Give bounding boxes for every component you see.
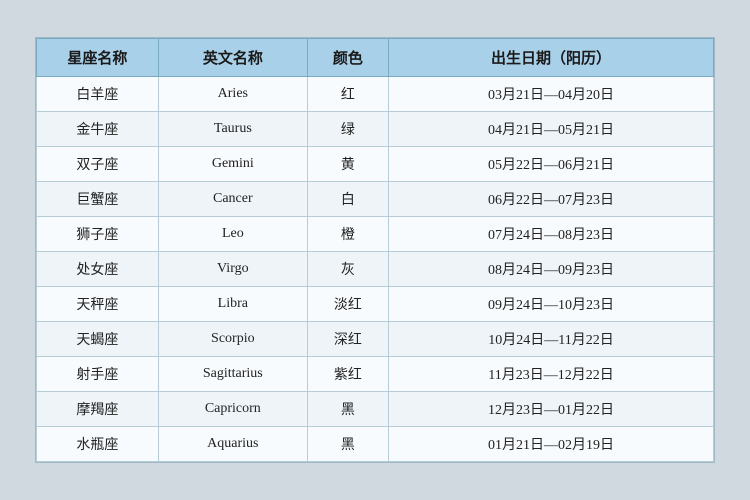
cell-chinese: 天秤座 [37,287,159,322]
cell-english: Aquarius [158,427,307,462]
cell-color: 紫红 [307,357,388,392]
table-row: 射手座Sagittarius紫红11月23日—12月22日 [37,357,714,392]
cell-chinese: 狮子座 [37,217,159,252]
cell-date: 05月22日—06月21日 [389,147,714,182]
cell-chinese: 双子座 [37,147,159,182]
cell-color: 红 [307,77,388,112]
header-date: 出生日期（阳历） [389,39,714,77]
cell-date: 01月21日—02月19日 [389,427,714,462]
table-row: 巨蟹座Cancer白06月22日—07月23日 [37,182,714,217]
cell-date: 07月24日—08月23日 [389,217,714,252]
cell-english: Cancer [158,182,307,217]
cell-date: 12月23日—01月22日 [389,392,714,427]
cell-chinese: 处女座 [37,252,159,287]
table-row: 白羊座Aries红03月21日—04月20日 [37,77,714,112]
cell-english: Taurus [158,112,307,147]
cell-color: 灰 [307,252,388,287]
cell-date: 11月23日—12月22日 [389,357,714,392]
header-english: 英文名称 [158,39,307,77]
cell-english: Sagittarius [158,357,307,392]
cell-color: 绿 [307,112,388,147]
table-row: 水瓶座Aquarius黑01月21日—02月19日 [37,427,714,462]
cell-chinese: 水瓶座 [37,427,159,462]
table-row: 摩羯座Capricorn黑12月23日—01月22日 [37,392,714,427]
cell-date: 10月24日—11月22日 [389,322,714,357]
cell-date: 09月24日—10月23日 [389,287,714,322]
table-header-row: 星座名称 英文名称 颜色 出生日期（阳历） [37,39,714,77]
zodiac-table: 星座名称 英文名称 颜色 出生日期（阳历） 白羊座Aries红03月21日—04… [36,38,714,462]
cell-english: Scorpio [158,322,307,357]
cell-chinese: 巨蟹座 [37,182,159,217]
cell-chinese: 金牛座 [37,112,159,147]
cell-color: 深红 [307,322,388,357]
table-row: 处女座Virgo灰08月24日—09月23日 [37,252,714,287]
cell-date: 03月21日—04月20日 [389,77,714,112]
cell-date: 06月22日—07月23日 [389,182,714,217]
table-row: 狮子座Leo橙07月24日—08月23日 [37,217,714,252]
table-row: 金牛座Taurus绿04月21日—05月21日 [37,112,714,147]
cell-color: 黑 [307,427,388,462]
cell-chinese: 白羊座 [37,77,159,112]
cell-color: 淡红 [307,287,388,322]
cell-color: 黑 [307,392,388,427]
cell-english: Virgo [158,252,307,287]
cell-chinese: 射手座 [37,357,159,392]
cell-chinese: 摩羯座 [37,392,159,427]
cell-english: Libra [158,287,307,322]
cell-date: 08月24日—09月23日 [389,252,714,287]
cell-color: 橙 [307,217,388,252]
header-color: 颜色 [307,39,388,77]
cell-color: 白 [307,182,388,217]
cell-english: Gemini [158,147,307,182]
cell-date: 04月21日—05月21日 [389,112,714,147]
zodiac-table-container: 星座名称 英文名称 颜色 出生日期（阳历） 白羊座Aries红03月21日—04… [35,37,715,463]
header-chinese: 星座名称 [37,39,159,77]
cell-color: 黄 [307,147,388,182]
cell-english: Capricorn [158,392,307,427]
cell-english: Leo [158,217,307,252]
cell-english: Aries [158,77,307,112]
table-row: 天秤座Libra淡红09月24日—10月23日 [37,287,714,322]
table-row: 天蝎座Scorpio深红10月24日—11月22日 [37,322,714,357]
cell-chinese: 天蝎座 [37,322,159,357]
table-row: 双子座Gemini黄05月22日—06月21日 [37,147,714,182]
